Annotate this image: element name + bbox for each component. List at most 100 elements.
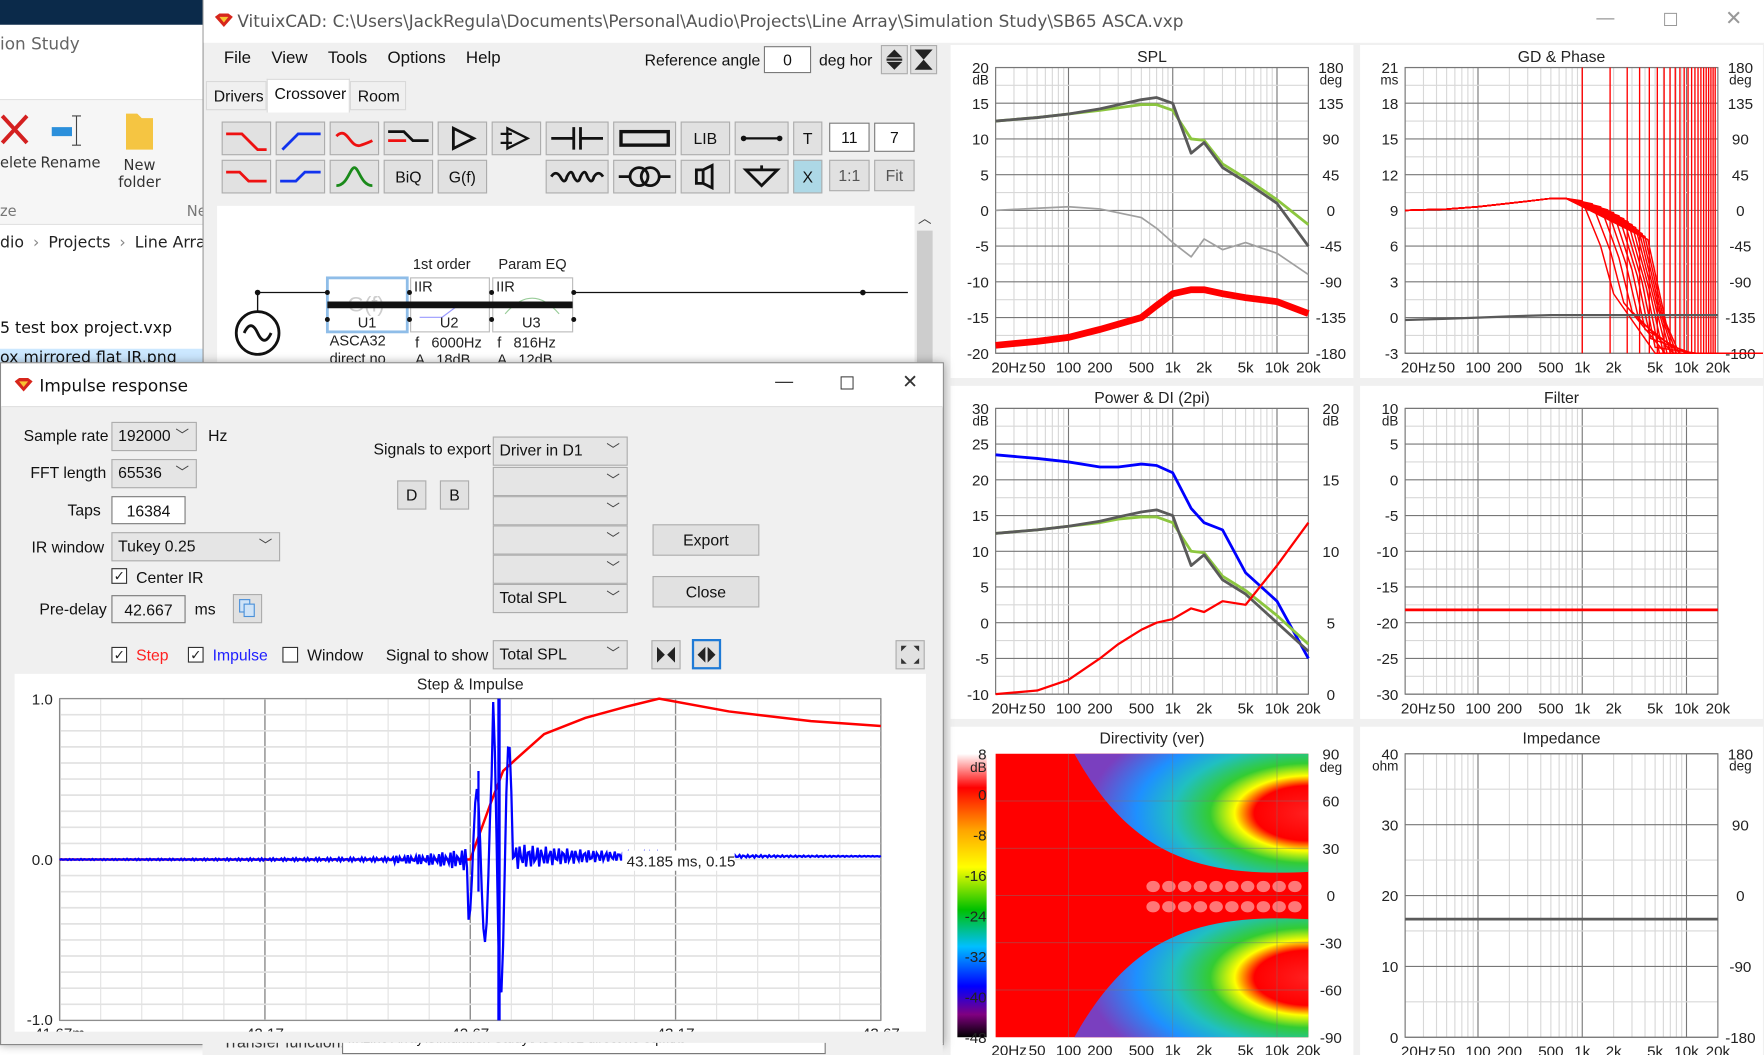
grid-x-input[interactable]: 11	[829, 122, 870, 152]
power-di-chart[interactable]: 20Hz 50 100 200 500 1k 2k 5k 10k 20k302520151050-…	[951, 386, 1354, 719]
impedance-chart[interactable]: 20Hz 50 100 200 500 1k 2k 5k 10k 20k403020100ohm1…	[1360, 727, 1763, 1055]
schematic-scrollbar[interactable]: ︿	[914, 205, 935, 386]
dialog-close-button[interactable]: ✕	[888, 371, 933, 394]
export-button[interactable]: Export	[652, 524, 760, 556]
buffer-button[interactable]	[437, 121, 488, 156]
y-tick-label-left: -10	[1376, 544, 1398, 561]
breadcrumb-item[interactable]: dio	[0, 234, 24, 252]
b-button[interactable]: B	[439, 480, 470, 510]
impulse-checkbox[interactable]: ✓	[187, 646, 204, 663]
menu-view[interactable]: View	[271, 48, 307, 67]
inductor-button[interactable]	[545, 159, 609, 194]
close-dialog-button[interactable]: Close	[652, 576, 760, 608]
allpass-button[interactable]	[329, 121, 380, 156]
wire-button[interactable]	[734, 121, 789, 156]
zoom-fit-button[interactable]: Fit	[874, 159, 915, 192]
zoom-out-x-button[interactable]	[691, 639, 722, 670]
x-tick-label: 10k	[1674, 359, 1699, 376]
schematic-canvas[interactable]: G(f) 1st order Param EQ IIR IIR U1 U2 U3…	[217, 205, 915, 386]
maximize-button[interactable]: ☐	[1648, 9, 1693, 32]
dialog-maximize-button[interactable]: ☐	[825, 372, 870, 395]
step-impulse-chart[interactable]: Step & Impulse41.67m42.1742.6743.1743.67…	[15, 674, 926, 1032]
ground-button[interactable]	[734, 159, 789, 194]
export-signal-select-4[interactable]: ﹀	[492, 525, 628, 555]
export-signal-select-1[interactable]: Driver in D1 ﹀	[492, 436, 628, 466]
export-signal-select-5[interactable]: ﹀	[492, 554, 628, 584]
window-checkbox[interactable]	[282, 646, 299, 663]
bandpass-button[interactable]	[329, 159, 380, 194]
x-tick-label: 1k	[1165, 700, 1181, 717]
highpass-2-button[interactable]	[275, 159, 326, 194]
x-tick-label: 50	[1029, 1042, 1046, 1055]
x-tick-label: 42.67	[451, 1025, 489, 1031]
rename-button[interactable]: Rename	[41, 111, 100, 172]
app-logo-icon	[14, 378, 33, 392]
heatmap-hotspot	[1256, 901, 1271, 913]
spl-chart[interactable]: 20Hz 50 100 200 500 1k 2k 5k 10k 20k20151050-5-10…	[951, 45, 1354, 378]
capacitor-button[interactable]	[545, 121, 609, 156]
export-signal-select-6[interactable]: Total SPL ﹀	[492, 583, 628, 614]
minimize-button[interactable]: —	[1583, 9, 1628, 29]
x-tick-label: 5k	[1647, 359, 1663, 376]
taps-input[interactable]: 16384	[111, 496, 186, 525]
opamp-button[interactable]	[491, 121, 542, 156]
scroll-up-icon[interactable]: ︿	[918, 208, 932, 227]
transfer-function-file[interactable]: ...\Line Array\Simulation Study\ASCA32 d…	[342, 1042, 826, 1055]
sort-up-down-button[interactable]	[880, 45, 908, 75]
y-tick-label-left: -10	[967, 687, 989, 704]
zoom-1-1-button[interactable]: 1:1	[829, 159, 870, 192]
lowpass-2-button[interactable]	[221, 159, 272, 194]
amplifier-icon	[451, 125, 477, 151]
menu-tools[interactable]: Tools	[328, 48, 367, 67]
dialog-minimize-button[interactable]: —	[762, 372, 807, 392]
transformer-button[interactable]	[613, 159, 677, 194]
copy-predelay-button[interactable]	[232, 594, 263, 624]
fft-length-select[interactable]: 65536 ﹀	[111, 459, 197, 489]
step-checkbox[interactable]: ✓	[111, 646, 128, 663]
block-u2-sub1: f 6000Hz	[415, 334, 482, 351]
highpass-button[interactable]	[275, 121, 326, 156]
gd-phase-chart[interactable]: 20Hz 50 100 200 500 1k 2k 5k 10k 20k211815129630-…	[1360, 45, 1763, 378]
menu-file[interactable]: File	[224, 48, 251, 67]
export-signal-select-2[interactable]: ﹀	[492, 466, 628, 497]
heatmap-hotspot	[1240, 901, 1255, 913]
sample-rate-select[interactable]: 192000 ﹀	[111, 421, 197, 452]
tab-room[interactable]: Room	[349, 81, 407, 111]
ir-window-select[interactable]: Tukey 0.25 ﹀	[111, 532, 281, 562]
close-button[interactable]: ✕	[1711, 7, 1756, 31]
breadcrumb-item[interactable]: Projects	[48, 234, 110, 252]
delete-component-button[interactable]: X	[793, 159, 823, 194]
tab-drivers[interactable]: Drivers	[205, 81, 267, 111]
block-u1-id[interactable]: U1	[358, 314, 377, 331]
signal-to-show-select[interactable]: Total SPL ﹀	[492, 640, 628, 670]
shelf-button[interactable]	[383, 121, 434, 156]
menu-help[interactable]: Help	[466, 48, 501, 67]
d-button[interactable]: D	[397, 480, 427, 510]
export-signal-select-3[interactable]: ﹀	[492, 496, 628, 526]
fullscreen-button[interactable]	[895, 640, 925, 670]
block-u2-id[interactable]: U2	[440, 314, 459, 331]
block-u3-id[interactable]: U3	[522, 314, 541, 331]
transfer-function-button[interactable]: G(f)	[437, 159, 488, 194]
new-folder-button[interactable]: New folder	[113, 109, 167, 191]
predelay-input[interactable]: 42.667	[111, 595, 186, 624]
filter-chart[interactable]: 20Hz 50 100 200 500 1k 2k 5k 10k 20k1050-5-10-15-…	[1360, 386, 1763, 719]
zoom-in-x-button[interactable]	[651, 640, 681, 670]
tab-crossover[interactable]: Crossover	[266, 78, 350, 113]
hourglass-button[interactable]	[910, 45, 938, 75]
grid-y-input[interactable]: 7	[874, 122, 915, 152]
library-button[interactable]: LIB	[680, 121, 731, 156]
file-list-item[interactable]: 5 test box project.vxp	[0, 320, 172, 338]
biquad-button[interactable]: BiQ	[383, 159, 434, 194]
reference-angle-input[interactable]: 0	[763, 46, 812, 74]
text-button[interactable]: T	[793, 121, 823, 156]
lowpass-button[interactable]	[221, 121, 272, 156]
driver-button[interactable]	[680, 159, 731, 194]
resistor-button[interactable]	[613, 121, 677, 156]
directivity-chart[interactable]: 80-8-16-24-32-40-48dB20Hz 50 100 200 500 1k 2k…	[951, 727, 1354, 1055]
delete-button[interactable]: elete	[0, 111, 37, 172]
breadcrumb-item[interactable]: Line Arra	[135, 234, 206, 252]
center-ir-checkbox[interactable]: ✓	[111, 568, 128, 584]
x-tick-label: 200	[1497, 359, 1522, 376]
menu-options[interactable]: Options	[388, 48, 446, 67]
